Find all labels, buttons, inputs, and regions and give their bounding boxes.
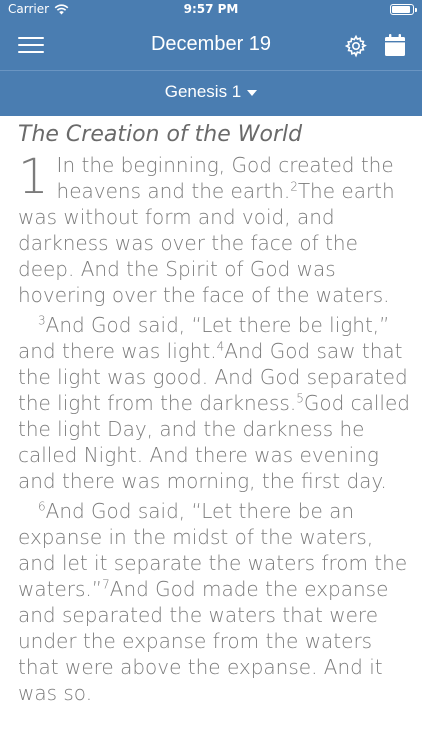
calendar-icon[interactable] (384, 33, 406, 57)
verse-number: 2 (290, 179, 298, 194)
status-time: 9:57 PM (183, 2, 239, 16)
scripture-paragraph: 3And God said, “Let there be light,” and… (18, 312, 414, 494)
scripture-paragraph: 1 In the beginning, God created the heave… (18, 152, 414, 308)
scripture-paragraph: 6And God said, “Let there be an expanse … (18, 498, 414, 706)
chevron-down-icon (247, 89, 258, 96)
scripture-text: 1 In the beginning, God created the heave… (18, 152, 414, 706)
battery-icon (390, 4, 417, 15)
verse-number: 6 (38, 499, 46, 514)
verse-number: 7 (102, 577, 110, 592)
section-heading: The Creation of the World (18, 122, 303, 147)
chapter-selector[interactable]: Genesis 1 (0, 82, 422, 102)
chapter-number: 1 (18, 149, 49, 205)
chapter-label: Genesis 1 (164, 82, 242, 101)
chapter-bar: Genesis 1 (0, 70, 422, 116)
gear-icon[interactable] (344, 34, 368, 58)
verse-number: 5 (296, 391, 304, 406)
status-bar: Carrier 9:57 PM (0, 0, 422, 20)
reading-pane[interactable]: The Creation of the World 1 In the beginn… (18, 118, 414, 750)
verse-number: 3 (38, 313, 46, 328)
navigation-bar: December 19 (0, 20, 422, 70)
